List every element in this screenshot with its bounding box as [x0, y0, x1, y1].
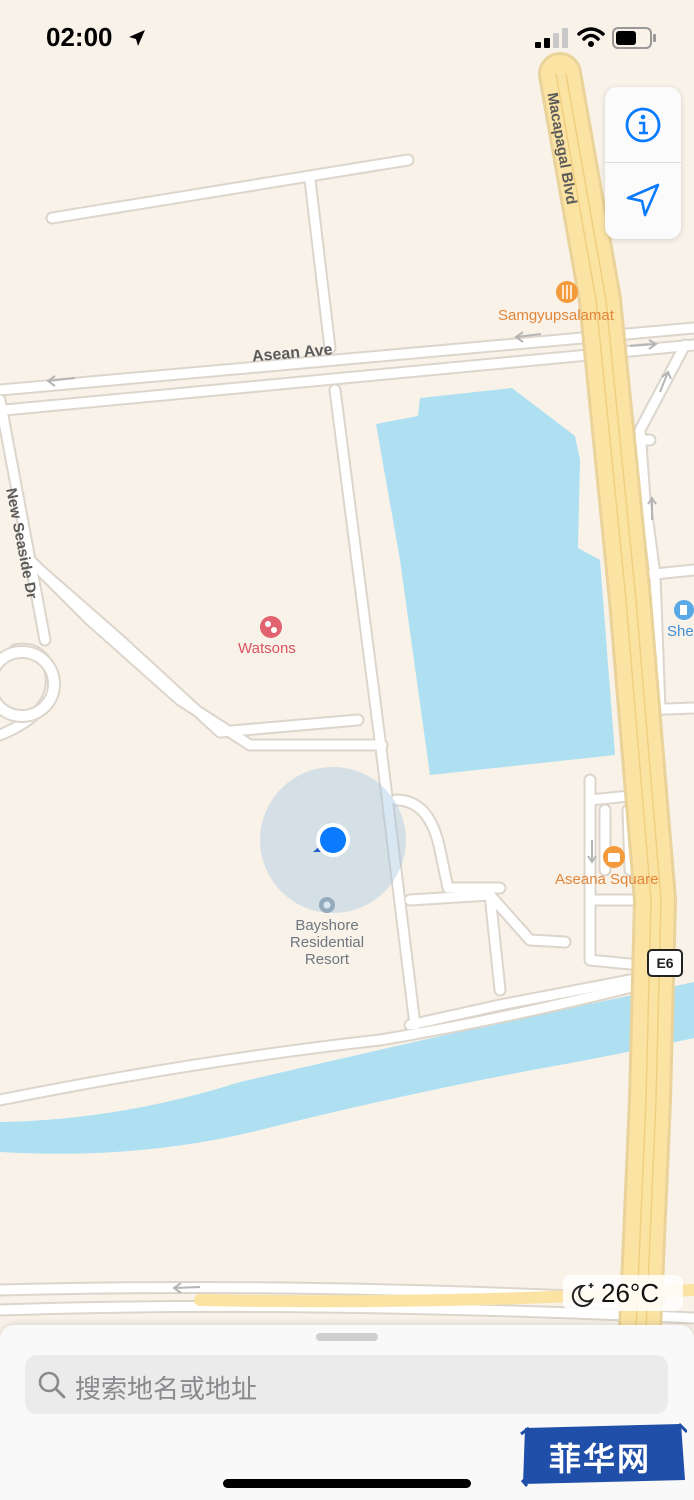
poi-label-watsons[interactable]: Watsons [238, 640, 296, 657]
weather-temperature: 26°C [601, 1278, 660, 1308]
location-arrow-icon [129, 30, 145, 46]
poi-label-bayshore-3[interactable]: Resort [247, 951, 407, 968]
poi-label-samgyup[interactable]: Samgyupsalamat [498, 307, 614, 324]
map-controls [605, 87, 681, 239]
battery-icon [612, 27, 656, 49]
search-input[interactable]: 搜索地名或地址 [25, 1355, 668, 1414]
sheet-grabber[interactable] [316, 1333, 378, 1341]
moon-stars-icon [571, 1283, 595, 1307]
search-placeholder: 搜索地名或地址 [75, 1374, 258, 1404]
info-button[interactable] [605, 87, 681, 162]
watermark-text: 菲华网 [549, 1440, 652, 1478]
cellular-signal-icon [535, 28, 568, 48]
weather-badge: 26°C [563, 1275, 683, 1311]
highway-shield-label: E6 [656, 955, 674, 971]
poi-label-aseana[interactable]: Aseana Square [555, 871, 658, 888]
info-icon [625, 107, 661, 143]
poi-label-bayshore-2[interactable]: Residential [247, 934, 407, 951]
locate-me-button[interactable] [605, 163, 681, 238]
watermark-logo: 菲华网 [519, 1420, 689, 1490]
poi-label-bayshore-1[interactable]: Bayshore [247, 917, 407, 934]
poi-label-shell[interactable]: She [667, 623, 694, 640]
search-icon [38, 1371, 66, 1399]
watsons-poi-icon[interactable] [260, 616, 282, 638]
status-time: 02:00 [46, 22, 113, 52]
location-arrow-icon [626, 183, 660, 217]
status-bar: 02:00 [0, 0, 694, 74]
home-indicator[interactable] [223, 1479, 471, 1488]
wifi-icon [577, 27, 605, 47]
